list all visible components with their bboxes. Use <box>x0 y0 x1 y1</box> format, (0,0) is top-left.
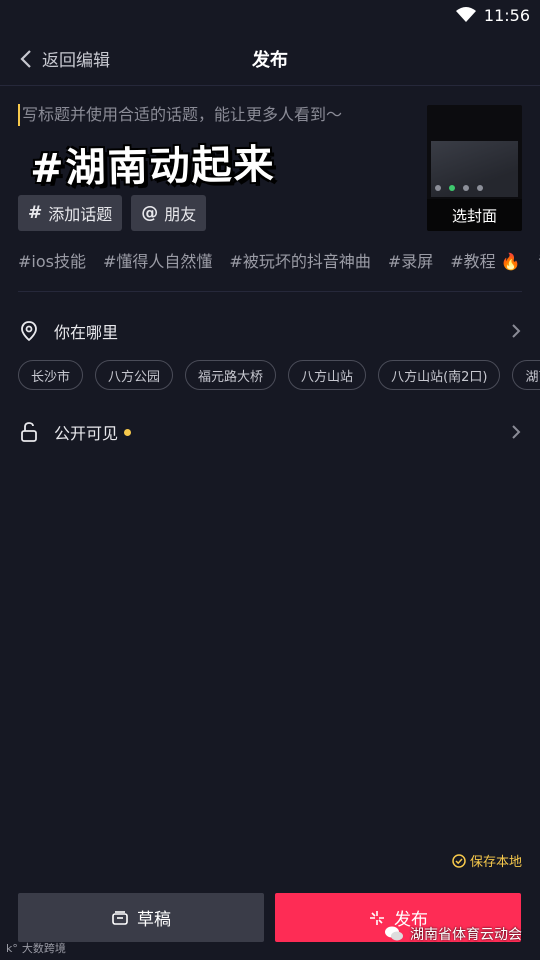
watermark-right: 湖南省体育云动会 <box>384 924 522 944</box>
topic-item[interactable]: #被玩坏的抖音神曲 <box>229 248 370 276</box>
cover-label: 选封面 <box>427 199 522 231</box>
location-row[interactable]: 你在哪里 <box>18 316 522 346</box>
draft-box-icon <box>112 910 128 925</box>
suggested-topics: #ios技能 #懂得人自然懂 #被玩坏的抖音神曲 #录屏 #教程 🔥 # <box>18 248 540 276</box>
chip-row: # 添加话题 @ 朋友 <box>18 195 207 231</box>
lock-open-icon <box>21 422 37 442</box>
place-suggestions: 长沙市 八方公园 福元路大桥 八方山站 八方山站(南2口) 湖南 <box>18 360 540 392</box>
place-chip[interactable]: 湖南 <box>512 360 540 390</box>
cover-picker[interactable]: 选封面 <box>427 105 522 231</box>
place-chip[interactable]: 长沙市 <box>18 360 84 390</box>
add-topic-button[interactable]: # 添加话题 <box>18 195 123 231</box>
nav-bar: 返回编辑 发布 <box>0 30 540 86</box>
caption-input[interactable]: 写标题并使用合适的话题，能让更多人看到～ <box>18 104 408 126</box>
topic-item[interactable]: #ios技能 <box>18 248 86 276</box>
draft-button[interactable]: 草稿 <box>18 893 264 942</box>
divider <box>18 291 522 292</box>
location-label: 你在哪里 <box>54 323 119 342</box>
watermark-left: k° 大数跨境 <box>6 940 66 956</box>
friends-label: 朋友 <box>164 205 197 224</box>
place-chip[interactable]: 福元路大桥 <box>185 360 277 390</box>
caption-placeholder: 写标题并使用合适的话题，能让更多人看到～ <box>18 104 408 126</box>
flame-icon: 🔥 <box>500 252 521 271</box>
watermark-logo-icon: k° <box>6 941 18 955</box>
at-icon: @ <box>141 203 159 223</box>
hashtag-overlay: #湖南动起来 <box>29 141 276 193</box>
topic-item[interactable]: #懂得人自然懂 <box>103 248 212 276</box>
visibility-row[interactable]: 公开可见 <box>18 417 522 447</box>
save-local-toggle[interactable]: 保存本地 <box>452 851 522 870</box>
draft-label: 草稿 <box>137 910 171 930</box>
watermark-left-text: 大数跨境 <box>21 942 66 955</box>
check-circle-icon <box>452 853 466 868</box>
status-time: 11:56 <box>483 5 530 25</box>
add-topic-label: 添加话题 <box>48 205 113 224</box>
topic-item-label: #教程 <box>450 252 496 271</box>
status-bar: 11:56 <box>0 0 540 30</box>
wifi-icon <box>455 7 476 22</box>
chevron-right-icon <box>512 324 521 338</box>
place-chip[interactable]: 八方公园 <box>95 360 174 390</box>
page-title: 发布 <box>252 50 288 71</box>
hash-icon: # <box>28 203 43 223</box>
save-local-label: 保存本地 <box>469 855 522 870</box>
topic-item[interactable]: #录屏 <box>388 248 433 276</box>
visibility-label: 公开可见 <box>54 424 119 443</box>
mention-friends-button[interactable]: @ 朋友 <box>131 195 207 231</box>
place-chip[interactable]: 八方山站(南2口) <box>378 360 501 390</box>
chevron-right-icon <box>512 425 521 439</box>
watermark-right-text: 湖南省体育云动会 <box>410 927 522 943</box>
wechat-icon <box>385 926 403 941</box>
topic-item[interactable]: #教程 🔥 <box>450 248 520 276</box>
place-chip[interactable]: 八方山站 <box>288 360 367 390</box>
new-indicator-dot <box>124 428 132 436</box>
cover-thumbnail-icons <box>435 185 483 191</box>
location-pin-icon <box>21 321 37 342</box>
